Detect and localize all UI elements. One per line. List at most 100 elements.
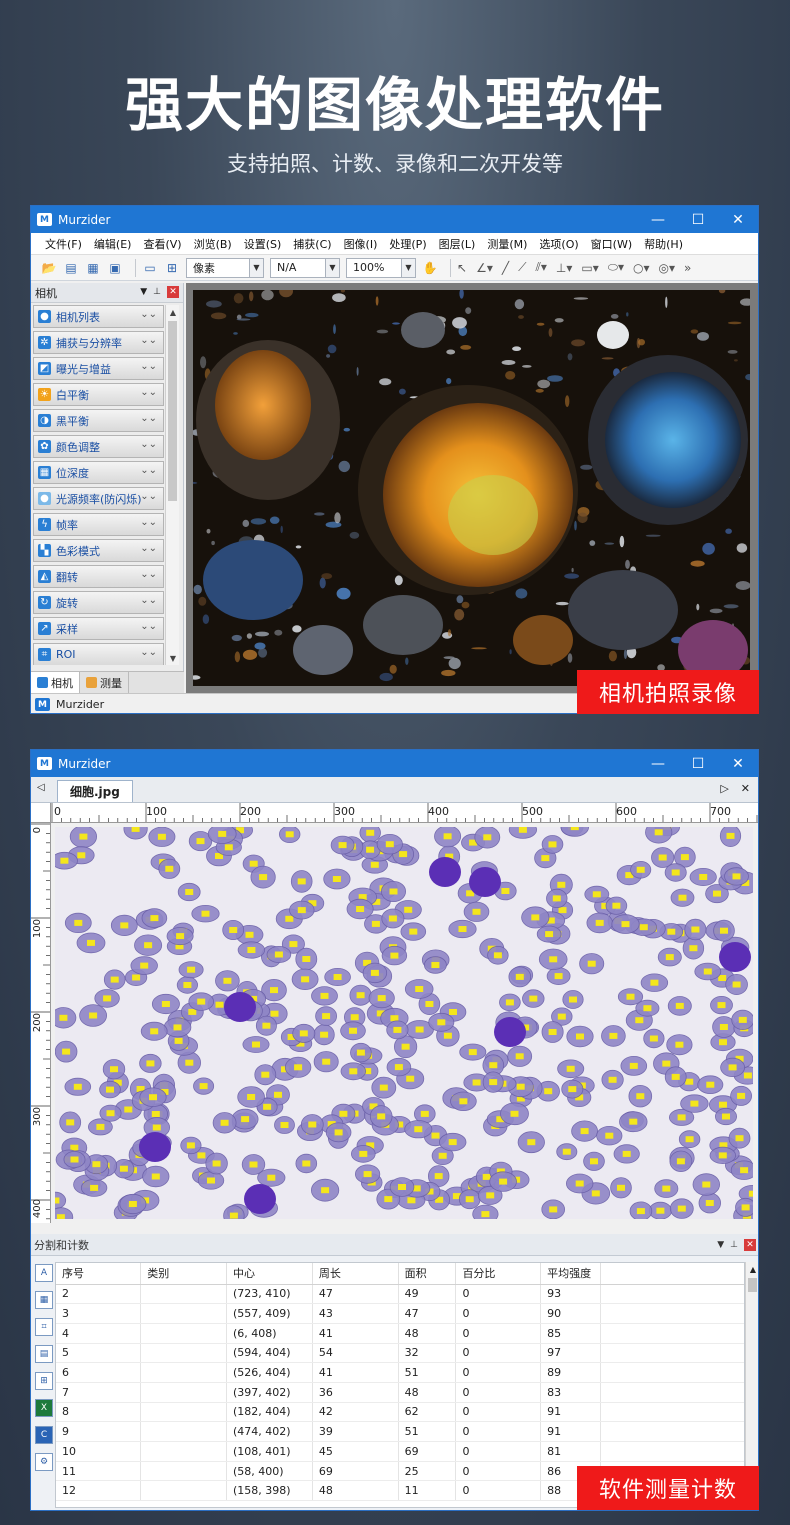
open-folder-icon[interactable]: 📂: [41, 260, 57, 276]
sidebar-item-flip[interactable]: ◭ 翻转 ⌄⌄: [33, 565, 164, 588]
column-header[interactable]: 类别: [140, 1263, 227, 1285]
sidebar-item-sampling[interactable]: ↗ 采样 ⌄⌄: [33, 617, 164, 640]
tab-scroll-right-icon[interactable]: ▷: [720, 782, 728, 795]
segment-icon[interactable]: ▦: [35, 1291, 53, 1309]
sidebar-item-rotate[interactable]: ↻ 旋转 ⌄⌄: [33, 591, 164, 614]
hand-icon[interactable]: ✋: [422, 260, 438, 276]
ellipse-icon[interactable]: ⬭▾: [608, 260, 624, 275]
column-header[interactable]: 周长: [312, 1263, 399, 1285]
sidebar-item-color-mode[interactable]: ▚ 色彩模式 ⌄⌄: [33, 539, 164, 562]
unit-select[interactable]: 像素 ▼: [186, 257, 264, 278]
tab-scroll-left-icon[interactable]: ◁: [37, 782, 45, 793]
minimize-button[interactable]: —: [638, 750, 678, 777]
cell-image-canvas[interactable]: [55, 827, 753, 1219]
more-icon[interactable]: »: [684, 261, 691, 275]
maximize-button[interactable]: ☐: [678, 206, 718, 233]
table-row[interactable]: 2 (723, 410) 47 49 0 93: [56, 1284, 744, 1305]
save-as-icon[interactable]: ▦: [85, 260, 101, 276]
scroll-down-icon[interactable]: ▼: [166, 651, 180, 665]
table-row[interactable]: 5 (594, 404) 54 32 0 97: [56, 1343, 744, 1364]
menu-measure[interactable]: 测量(M): [487, 236, 527, 252]
dropdown-icon[interactable]: ▼: [717, 1240, 724, 1250]
menu-window[interactable]: 窗口(W): [591, 236, 632, 252]
tab-cell-image[interactable]: 细胞.jpg: [57, 780, 133, 802]
csv-export-icon[interactable]: C: [35, 1426, 53, 1444]
scroll-thumb[interactable]: [168, 321, 177, 501]
pin-icon[interactable]: ⊥: [153, 287, 161, 297]
table-row[interactable]: 8 (182, 404) 42 62 0 91: [56, 1402, 744, 1423]
menu-browse[interactable]: 浏览(B): [194, 236, 232, 252]
menu-help[interactable]: 帮助(H): [644, 236, 683, 252]
dropdown-icon[interactable]: ▼: [140, 287, 147, 297]
sidebar-item-camera-list[interactable]: ● 相机列表 ⌄⌄: [33, 305, 164, 328]
table-row[interactable]: 9 (474, 402) 39 51 0 91: [56, 1421, 744, 1442]
table-cell: [140, 1461, 227, 1482]
table-row[interactable]: 10 (108, 401) 45 69 0 81: [56, 1441, 744, 1462]
text-tool-icon[interactable]: A: [35, 1264, 53, 1282]
microscope-image[interactable]: [193, 290, 750, 686]
perpendicular-icon[interactable]: ⊥▾: [556, 261, 572, 275]
table-row[interactable]: 6 (526, 404) 41 51 0 89: [56, 1362, 744, 1383]
menu-settings[interactable]: 设置(S): [244, 236, 282, 252]
sidebar-item-white-balance[interactable]: ☀ 白平衡 ⌄⌄: [33, 383, 164, 406]
zoom-select[interactable]: 100% ▼: [346, 257, 416, 278]
sidebar-item-capture[interactable]: ✲ 捕获与分辨率 ⌄⌄: [33, 331, 164, 354]
close-button[interactable]: ✕: [718, 206, 758, 233]
column-header[interactable]: 百分比: [455, 1263, 542, 1285]
column-header[interactable]: 平均强度: [540, 1263, 601, 1285]
menu-view[interactable]: 查看(V): [143, 236, 181, 252]
pointer-icon[interactable]: ↖: [457, 261, 467, 275]
pin-icon[interactable]: ⊥: [730, 1240, 738, 1250]
table-row[interactable]: 3 (557, 409) 43 47 0 90: [56, 1303, 744, 1324]
menu-image[interactable]: 图像(I): [344, 236, 378, 252]
grid-view-icon[interactable]: ⊞: [164, 260, 180, 276]
close-icon[interactable]: ✕: [167, 286, 179, 298]
menu-file[interactable]: 文件(F): [45, 236, 82, 252]
menu-edit[interactable]: 编辑(E): [94, 236, 132, 252]
maximize-button[interactable]: ☐: [678, 750, 718, 777]
sidebar-item-color-adjust[interactable]: ✿ 颜色调整 ⌄⌄: [33, 435, 164, 458]
sidebar-item-roi[interactable]: ⌗ ROI ⌄⌄: [33, 643, 164, 665]
table-row[interactable]: 7 (397, 402) 36 48 0 83: [56, 1382, 744, 1403]
print-icon[interactable]: ▣: [107, 260, 123, 276]
rectangle-icon[interactable]: ▭▾: [581, 261, 598, 275]
sidebar-item-black-balance[interactable]: ◑ 黑平衡 ⌄⌄: [33, 409, 164, 432]
tab-camera[interactable]: 相机: [31, 672, 80, 693]
angle-icon[interactable]: ∠▾: [476, 261, 493, 275]
calibration-select[interactable]: N/A ▼: [270, 257, 340, 278]
scroll-up-icon[interactable]: ▲: [746, 1262, 758, 1276]
menu-capture[interactable]: 捕获(C): [293, 236, 331, 252]
polyline-icon[interactable]: ⟋: [518, 260, 526, 275]
scroll-up-icon[interactable]: ▲: [166, 305, 180, 319]
close-icon[interactable]: ✕: [744, 1239, 756, 1251]
table-row[interactable]: 4 (6, 408) 41 48 0 85: [56, 1323, 744, 1344]
parallel-icon[interactable]: ⫽▾: [535, 260, 546, 275]
minimize-button[interactable]: —: [638, 206, 678, 233]
settings-gear-icon[interactable]: ⚙: [35, 1453, 53, 1471]
menu-layer[interactable]: 图层(L): [439, 236, 476, 252]
sidebar-item-frame-rate[interactable]: ϟ 帧率 ⌄⌄: [33, 513, 164, 536]
column-header[interactable]: 中心: [226, 1263, 313, 1285]
browse-icon[interactable]: ▭: [142, 260, 158, 276]
menu-options[interactable]: 选项(O): [539, 236, 578, 252]
tab-measure[interactable]: 测量: [80, 672, 129, 693]
cell-marker: [369, 1105, 393, 1128]
column-header[interactable]: 序号: [56, 1263, 142, 1285]
sidebar-item-exposure[interactable]: ◩ 曝光与增益 ⌄⌄: [33, 357, 164, 380]
scroll-thumb[interactable]: [748, 1278, 757, 1292]
column-header[interactable]: 面积: [398, 1263, 457, 1285]
sidebar-item-bit-depth[interactable]: ▦ 位深度 ⌄⌄: [33, 461, 164, 484]
sidebar-item-light-frequency[interactable]: ● 光源频率(防闪烁) ⌄⌄: [33, 487, 164, 510]
close-button[interactable]: ✕: [718, 750, 758, 777]
close-tab-icon[interactable]: ✕: [741, 782, 750, 795]
select-region-icon[interactable]: ⌗: [35, 1318, 53, 1336]
concentric-icon[interactable]: ◎▾: [659, 261, 676, 275]
menu-process[interactable]: 处理(P): [389, 236, 426, 252]
circle-icon[interactable]: ○▾: [633, 261, 650, 275]
line-icon[interactable]: ╱: [502, 261, 509, 275]
table-icon[interactable]: ▤: [35, 1345, 53, 1363]
save-icon[interactable]: ▤: [63, 260, 79, 276]
excel-export-icon[interactable]: X: [35, 1399, 53, 1417]
sidebar-scrollbar[interactable]: ▲ ▼: [165, 305, 179, 665]
layout-icon[interactable]: ⊞: [35, 1372, 53, 1390]
